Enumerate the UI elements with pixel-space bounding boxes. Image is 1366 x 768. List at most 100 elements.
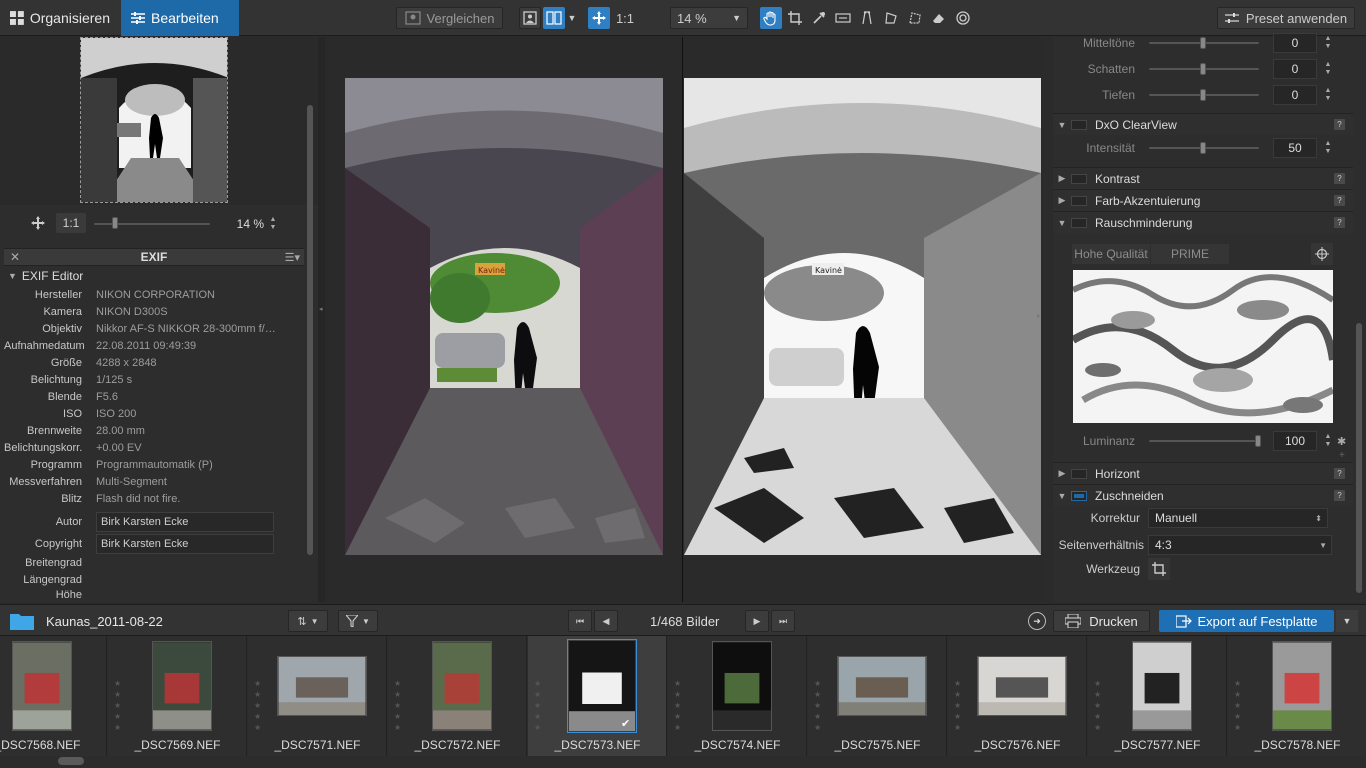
sort-button[interactable]: ⇅ ▼ xyxy=(288,610,328,632)
clearview-toggle[interactable] xyxy=(1071,119,1087,130)
rating-stars[interactable]: ★ ★ ★ ★ ★ xyxy=(1234,678,1244,733)
crop-toggle[interactable] xyxy=(1071,490,1087,501)
folder-name[interactable]: Kaunas_2011-08-22 xyxy=(46,614,163,629)
local-adjust-button[interactable] xyxy=(952,7,974,29)
filmstrip-item[interactable]: ★ ★ ★ ★ ★ _DSC7571.NEF xyxy=(248,636,387,756)
noise-preview-loupe[interactable] xyxy=(1073,270,1333,423)
apply-preset-button[interactable]: Preset anwenden xyxy=(1217,7,1355,29)
split-view-button[interactable] xyxy=(543,7,565,29)
filmstrip-item[interactable]: ★ ★ ★ ★ ★ _DSC7569.NEF xyxy=(108,636,247,756)
tone-slider-handle[interactable] xyxy=(1200,89,1206,101)
section-crop[interactable]: ▼ Zuschneiden ? xyxy=(1053,484,1353,506)
crop-tool-toggle[interactable] xyxy=(1148,558,1170,580)
tone-stepper[interactable]: ▲ ▼ xyxy=(1323,61,1333,77)
rating-stars[interactable]: ★ ★ ★ ★ ★ xyxy=(954,678,964,733)
tone-slider[interactable] xyxy=(1143,32,1265,54)
noise-toggle[interactable] xyxy=(1071,217,1087,228)
filmstrip-item[interactable]: _DSC7568.NEF xyxy=(0,636,107,756)
crop-tool-button[interactable] xyxy=(784,7,806,29)
repair-tool-button[interactable] xyxy=(904,7,926,29)
print-button[interactable]: Drucken xyxy=(1053,610,1150,632)
tone-slider[interactable] xyxy=(1143,84,1265,106)
filter-button[interactable]: ▼ xyxy=(338,610,378,632)
help-icon[interactable]: ? xyxy=(1334,217,1345,228)
compare-divider[interactable] xyxy=(682,37,683,602)
tab-organize[interactable]: Organisieren xyxy=(0,0,120,36)
tone-slider-handle[interactable] xyxy=(1200,63,1206,75)
filmstrip-item[interactable]: ★ ★ ★ ★ ★ _DSC7574.NEF xyxy=(668,636,807,756)
rating-stars[interactable]: ★ ★ ★ ★ ★ xyxy=(114,678,124,733)
intensity-stepper[interactable]: ▲ ▼ xyxy=(1323,140,1333,156)
tone-stepper[interactable]: ▲ ▼ xyxy=(1323,35,1333,51)
tone-slider-handle[interactable] xyxy=(1200,37,1206,49)
horizon-toggle[interactable] xyxy=(1071,468,1087,479)
section-color-accent[interactable]: ▶ Farb-Akzentuierung ? xyxy=(1053,189,1353,211)
eraser-tool-button[interactable] xyxy=(928,7,950,29)
author-input[interactable]: Birk Karsten Ecke xyxy=(96,512,274,532)
luminance-slider-handle[interactable] xyxy=(1255,435,1261,447)
eyedropper-tool-button[interactable] xyxy=(808,7,830,29)
rating-stars[interactable]: ★ ★ ★ ★ ★ xyxy=(814,678,824,733)
contrast-toggle[interactable] xyxy=(1071,173,1087,184)
section-horizon[interactable]: ▶ Horizont ? xyxy=(1053,462,1353,484)
help-icon[interactable]: ? xyxy=(1334,195,1345,206)
luminance-value[interactable]: 100 xyxy=(1273,431,1317,451)
tone-value[interactable]: 0 xyxy=(1273,85,1317,105)
filmstrip-item[interactable]: ★ ★ ★ ★ ★ ✔ _DSC7573.NEF xyxy=(528,636,667,756)
nav-fit-button[interactable] xyxy=(30,215,46,234)
nav-zoom-slider-handle[interactable] xyxy=(112,217,118,229)
zoom-1to1-button[interactable]: 1:1 xyxy=(613,7,637,29)
intensity-slider[interactable] xyxy=(1143,137,1265,159)
first-image-button[interactable]: ⏮ xyxy=(568,610,592,632)
exif-editor-section[interactable]: ▼ EXIF Editor xyxy=(8,269,83,283)
copyright-input[interactable]: Birk Karsten Ecke xyxy=(96,534,274,554)
help-icon[interactable]: ? xyxy=(1334,119,1345,130)
filmstrip-scrollbar[interactable] xyxy=(58,757,84,765)
section-contrast[interactable]: ▶ Kontrast ? xyxy=(1053,167,1353,189)
rating-stars[interactable]: ★ ★ ★ ★ ★ xyxy=(394,678,404,733)
navigator-thumbnail[interactable] xyxy=(80,37,228,203)
right-panel-scrollbar[interactable] xyxy=(1353,37,1366,602)
tone-value[interactable]: 0 xyxy=(1273,59,1317,79)
section-noise-reduction[interactable]: ▼ Rauschminderung ? xyxy=(1053,211,1353,233)
aspect-select[interactable]: 4:3 ▼ xyxy=(1148,535,1332,555)
volume-deformation-button[interactable] xyxy=(880,7,902,29)
tone-stepper[interactable]: ▲ ▼ xyxy=(1323,87,1333,103)
mode-prime-button[interactable]: PRIME xyxy=(1151,244,1229,264)
section-clearview[interactable]: ▼ DxO ClearView ? xyxy=(1053,113,1353,135)
rating-stars[interactable]: ★ ★ ★ ★ ★ xyxy=(1094,678,1104,733)
loupe-position-button[interactable] xyxy=(1311,243,1333,265)
plus-icon[interactable]: + xyxy=(1339,450,1345,461)
last-image-button[interactable]: ⏭ xyxy=(771,610,795,632)
luminance-stepper[interactable]: ▲ ▼ xyxy=(1323,433,1333,449)
color-accent-toggle[interactable] xyxy=(1071,195,1087,206)
single-view-button[interactable] xyxy=(519,7,541,29)
tab-edit[interactable]: Bearbeiten xyxy=(121,0,239,36)
intensity-slider-handle[interactable] xyxy=(1200,142,1206,154)
rating-stars[interactable]: ★ ★ ★ ★ ★ xyxy=(534,678,544,733)
rating-stars[interactable]: ★ ★ ★ ★ ★ xyxy=(674,678,684,733)
filmstrip-item[interactable]: ★ ★ ★ ★ ★ _DSC7577.NEF xyxy=(1088,636,1227,756)
correction-select[interactable]: Manuell ⬍ xyxy=(1148,508,1328,528)
filmstrip-item[interactable]: ★ ★ ★ ★ ★ _DSC7575.NEF xyxy=(808,636,947,756)
menu-icon[interactable]: ☰▾ xyxy=(285,251,300,264)
filmstrip-item[interactable]: ★ ★ ★ ★ ★ _DSC7572.NEF xyxy=(388,636,527,756)
intensity-value[interactable]: 50 xyxy=(1273,138,1317,158)
filmstrip-item[interactable]: ★ ★ ★ ★ ★ _DSC7578.NEF xyxy=(1228,636,1366,756)
perspective-tool-button[interactable] xyxy=(856,7,878,29)
hand-tool-button[interactable] xyxy=(760,7,782,29)
filmstrip-item[interactable]: ★ ★ ★ ★ ★ _DSC7576.NEF xyxy=(948,636,1087,756)
rating-stars[interactable]: ★ ★ ★ ★ ★ xyxy=(254,678,264,733)
help-icon[interactable]: ? xyxy=(1334,173,1345,184)
export-options-dropdown[interactable]: ▼ xyxy=(1336,610,1358,632)
close-icon[interactable]: ✕ xyxy=(10,250,20,264)
auto-wand-icon[interactable]: ✱ xyxy=(1337,435,1346,448)
mode-high-quality-button[interactable]: Hohe Qualität xyxy=(1072,244,1150,264)
fit-view-button[interactable] xyxy=(588,7,610,29)
nav-1to1-button[interactable]: 1:1 xyxy=(56,213,86,233)
luminance-slider[interactable] xyxy=(1143,430,1265,452)
previous-image-button[interactable]: ◀ xyxy=(594,610,618,632)
left-panel-splitter[interactable]: ◂ xyxy=(318,37,325,602)
process-button[interactable]: ➜ xyxy=(1028,612,1046,630)
left-panel-scrollbar[interactable] xyxy=(304,97,316,602)
